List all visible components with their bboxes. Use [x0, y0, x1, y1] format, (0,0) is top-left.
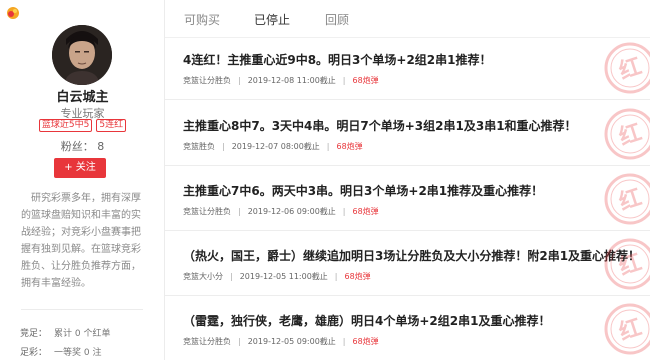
- list-item[interactable]: 主推重心8中7。3天中4串。明日7个单场+3组2串1及3串1和重心推荐！ 竞篮胜…: [165, 104, 650, 166]
- stat-key: 足彩：: [20, 348, 48, 358]
- tab-stopped[interactable]: 已停止: [254, 11, 290, 28]
- list-item[interactable]: 4连红！主推重心近9中8。明日3个单场+2组2串1推荐！ 竞篮让分胜负 | 2019…: [165, 38, 650, 100]
- item-title[interactable]: 主推重心7中6。两天中3串。明日3个单场+2串1推荐及重心推荐！: [183, 182, 543, 199]
- fans-count: 粉丝： 8: [0, 138, 165, 154]
- red-stamp-icon: 红: [604, 173, 650, 225]
- stamp-text: 红: [616, 314, 645, 346]
- badge-group: 篮球近5中5 5连红: [0, 119, 165, 132]
- red-stamp-icon: 红: [604, 238, 650, 290]
- avatar[interactable]: [52, 25, 112, 85]
- stat-row-jingzu: 竞足： 累计 0 个红单: [20, 326, 160, 339]
- fans-label: 粉丝：: [60, 140, 94, 153]
- stat-value: 累计 0 个红单: [54, 329, 111, 339]
- username: 白云城主: [56, 90, 109, 105]
- item-deadline: 2019-12-05 09:00截止: [247, 337, 336, 346]
- item-meta: 竞篮让分胜负 | 2019-12-06 09:00截止 | 68炮弹: [183, 207, 379, 216]
- stat-row-zucai: 足彩： 一等奖 0 注: [20, 345, 160, 358]
- item-title[interactable]: （热火，国王，爵士）继续追加明日3场让分胜负及大小分推荐！附2串1及重心推荐！: [183, 247, 640, 264]
- streak-badge: 篮球近5中5: [38, 119, 93, 132]
- sidebar-divider: [21, 309, 143, 310]
- red-stamp-icon: 红: [604, 303, 650, 355]
- item-meta: 竞篮让分胜负 | 2019-12-05 09:00截止 | 68炮弹: [183, 337, 379, 346]
- item-price: 68炮弹: [352, 337, 379, 346]
- item-category: 竞篮让分胜负: [183, 207, 231, 216]
- profile-sidebar: 白云城主 专业玩家 篮球近5中5 5连红 粉丝： 8 + 关注 研究彩票多年，拥…: [0, 0, 165, 360]
- tab-available[interactable]: 可购买: [184, 11, 220, 28]
- item-title[interactable]: （雷霆，独行侠，老鹰，雄鹿）明日4个单场+2组2串1及重心推荐！: [183, 312, 550, 329]
- stamp-text: 红: [616, 249, 645, 281]
- stamp-text: 红: [616, 53, 645, 85]
- item-price: 68炮弹: [336, 142, 363, 151]
- item-meta: 竞篮胜负 | 2019-12-07 08:00截止 | 68炮弹: [183, 142, 363, 151]
- item-deadline: 2019-12-07 08:00截止: [231, 142, 320, 151]
- item-category: 竞篮让分胜负: [183, 76, 231, 85]
- item-price: 68炮弹: [344, 272, 371, 281]
- profile-bio: 研究彩票多年，拥有深厚的篮球盘赔知识和丰富的实战经验；对竞彩小盘赛事把握有独到见…: [21, 193, 141, 289]
- tab-review[interactable]: 回顾: [325, 11, 349, 28]
- fans-value: 8: [97, 140, 105, 153]
- item-category: 竞篮大小分: [183, 272, 223, 281]
- list-item[interactable]: （雷霆，独行侠，老鹰，雄鹿）明日4个单场+2组2串1及重心推荐！ 竞篮让分胜负 |…: [165, 299, 650, 360]
- item-price: 68炮弹: [352, 207, 379, 216]
- item-meta: 竞篮让分胜负 | 2019-12-08 11:00截止 | 68炮弹: [183, 76, 379, 85]
- stamp-text: 红: [616, 184, 645, 216]
- list-item[interactable]: 主推重心7中6。两天中3串。明日3个单场+2串1推荐及重心推荐！ 竞篮让分胜负 |…: [165, 169, 650, 231]
- red-stamp-icon: 红: [604, 42, 650, 94]
- follow-button[interactable]: + 关注: [54, 158, 106, 178]
- stat-key: 竞足：: [20, 329, 48, 339]
- item-category: 竞篮胜负: [183, 142, 215, 151]
- red-stamp-icon: 红: [604, 108, 650, 160]
- item-meta: 竞篮大小分 | 2019-12-05 11:00截止 | 68炮弹: [183, 272, 371, 281]
- item-title[interactable]: 4连红！主推重心近9中8。明日3个单场+2组2串1推荐！: [183, 51, 492, 68]
- red-streak-badge: 5连红: [96, 119, 127, 132]
- item-deadline: 2019-12-06 09:00截止: [247, 207, 336, 216]
- list-item[interactable]: （热火，国王，爵士）继续追加明日3场让分胜负及大小分推荐！附2串1及重心推荐！ …: [165, 234, 650, 296]
- tab-bar: 可购买 已停止 回顾: [165, 0, 650, 38]
- item-deadline: 2019-12-05 11:00截止: [239, 272, 328, 281]
- logo-icon: [7, 7, 19, 19]
- item-category: 竞篮让分胜负: [183, 337, 231, 346]
- item-price: 68炮弹: [352, 76, 379, 85]
- item-title[interactable]: 主推重心8中7。3天中4串。明日7个单场+3组2串1及3串1和重心推荐！: [183, 117, 577, 134]
- avatar-portrait-icon: [52, 25, 112, 85]
- item-deadline: 2019-12-08 11:00截止: [247, 76, 336, 85]
- stat-value: 一等奖 0 注: [54, 348, 102, 358]
- stamp-text: 红: [616, 119, 645, 151]
